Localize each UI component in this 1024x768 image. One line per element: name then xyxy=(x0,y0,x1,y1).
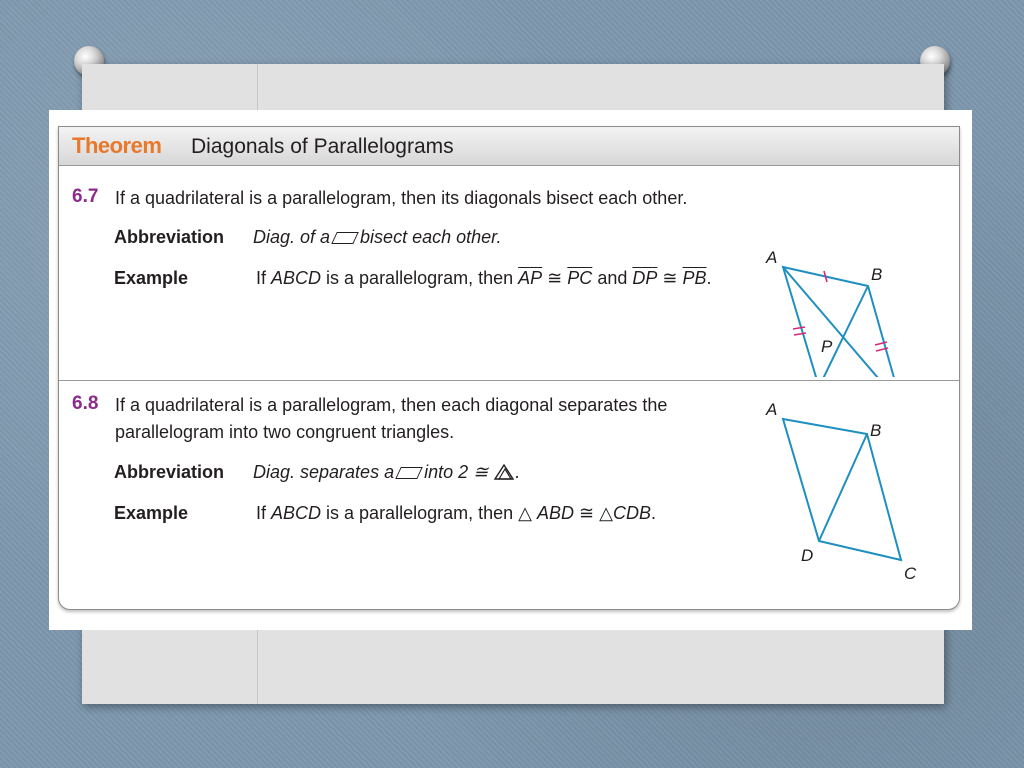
vertex-label-b: B xyxy=(871,265,882,284)
intersection-label-p: P xyxy=(821,337,833,356)
parallelogram-icon xyxy=(395,467,423,480)
diagonal-bd xyxy=(818,433,868,542)
abbreviation-label-6-8: Abbreviation xyxy=(114,462,225,482)
diagonal-ac xyxy=(782,266,879,377)
parallelogram-figure-6-7: A B C D P xyxy=(765,248,895,377)
abbreviation-6-7: Diag. of a bisect each other. xyxy=(253,227,502,247)
theorem-6-8-statement-line-2: parallelogram into two congruent triangl… xyxy=(115,422,455,442)
example-6-8: If ABCD is a parallelogram, then △ ABD ≅… xyxy=(256,503,657,523)
theorem-label: Theorem xyxy=(72,133,162,158)
theorem-number-6-8: 6.8 xyxy=(72,393,99,414)
section-divider xyxy=(59,380,959,381)
example-label-6-7: Example xyxy=(114,268,189,288)
theorem-6-8-statement-line-1: If a quadrilateral is a parallelogram, t… xyxy=(115,395,668,415)
theorem-header: Theorem Diagonals of Parallelograms xyxy=(59,127,959,166)
theorem-title: Diagonals of Parallelograms xyxy=(191,135,454,158)
slide-image: Theorem Diagonals of Parallelograms 6.7 … xyxy=(49,110,972,630)
abbreviation-6-8: Diag. separates a into 2 ≅ . xyxy=(253,462,521,482)
theorem-box: Theorem Diagonals of Parallelograms 6.7 … xyxy=(58,126,960,610)
triangles-icon xyxy=(493,463,515,480)
theorem-number-6-7: 6.7 xyxy=(72,186,99,207)
vertex-label-a: A xyxy=(765,400,777,419)
vertex-label-c: C xyxy=(904,564,917,583)
vertex-label-d: D xyxy=(801,546,813,565)
theorem-6-7-statement: If a quadrilateral is a parallelogram, t… xyxy=(115,188,688,208)
double-tick-mark xyxy=(792,326,806,330)
vertex-label-b: B xyxy=(870,421,881,440)
example-6-7: If ABCD is a parallelogram, then AP ≅ PC… xyxy=(256,268,712,288)
abbreviation-label-6-7: Abbreviation xyxy=(114,227,225,247)
example-label-6-8: Example xyxy=(114,503,189,523)
parallelogram-abcd xyxy=(781,265,895,377)
parallelogram-figure-6-8: A B C D xyxy=(765,400,917,583)
parallelogram-icon xyxy=(331,232,359,245)
diagonal-bd xyxy=(822,285,869,377)
vertex-label-a: A xyxy=(765,248,777,267)
